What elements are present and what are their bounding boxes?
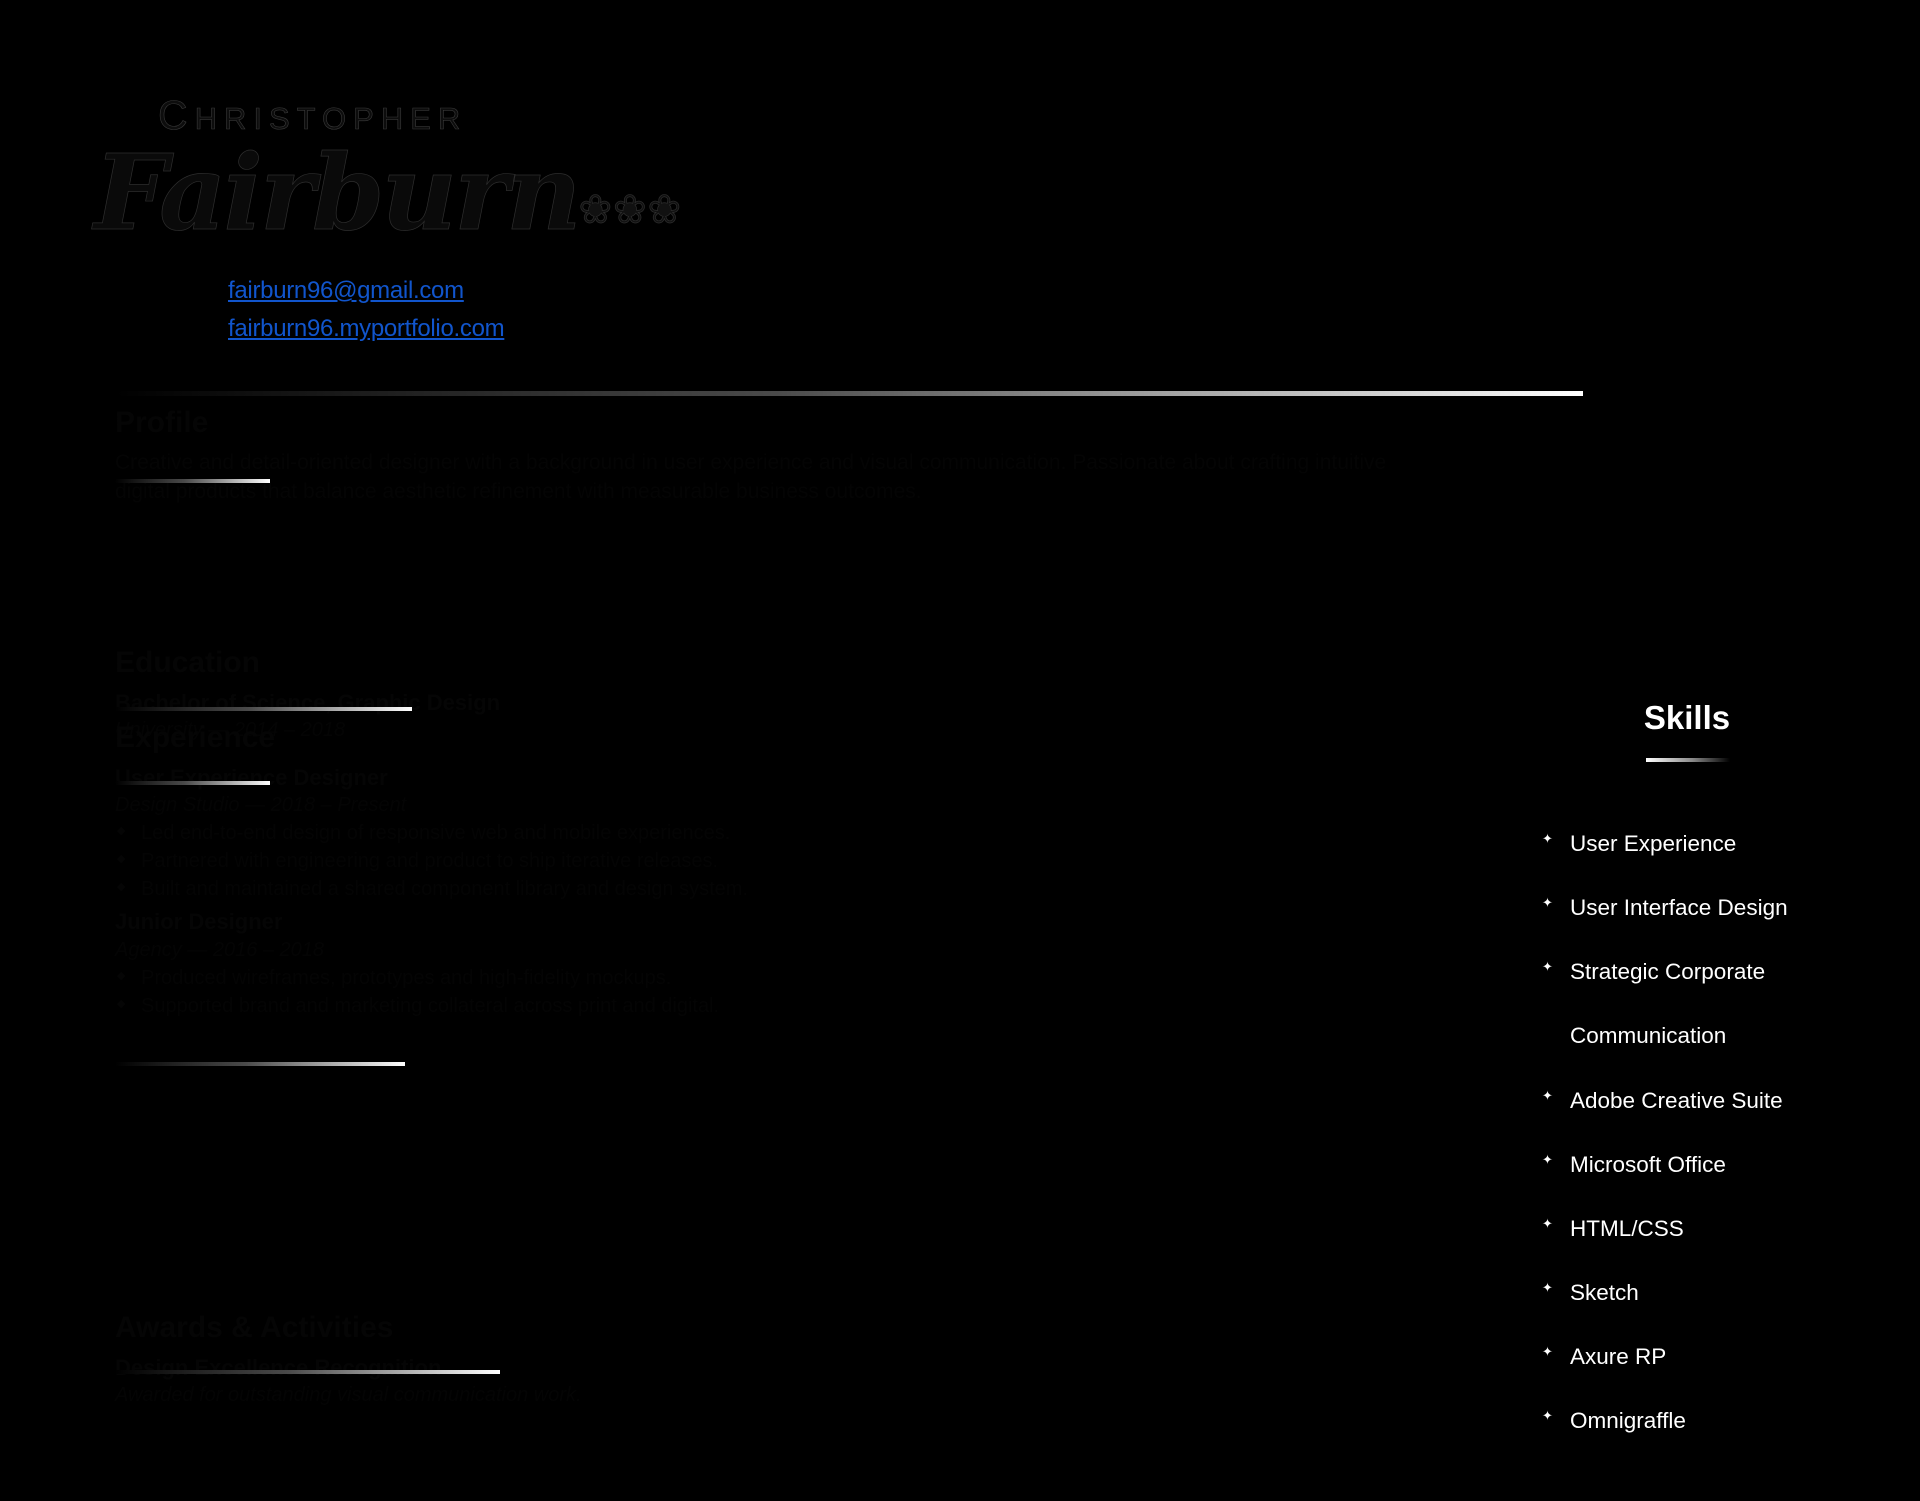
experience-bullet: Produced wireframes, prototypes and high… (117, 964, 1435, 992)
education-heading: Education (115, 646, 261, 679)
skill-label: Communication (1570, 1023, 1727, 1049)
skill-item-continuation: Communication (1520, 1022, 1900, 1050)
contact-links: fairburn96@gmail.com fairburn96.myportfo… (228, 272, 505, 348)
flourish-ornament-icon: ❀❀❀ (578, 187, 683, 233)
skill-label: User Experience (1570, 831, 1737, 856)
experience-bullet: Partnered with engineering and product t… (117, 847, 1435, 875)
portfolio-link[interactable]: fairburn96.myportfolio.com (228, 310, 505, 348)
skill-item: ✦ HTML/CSS (1520, 1215, 1900, 1243)
skill-label: HTML/CSS (1570, 1215, 1684, 1241)
experience-entry: User Experience Designer Design Studio —… (115, 763, 1435, 904)
skill-label: Microsoft Office (1570, 1151, 1726, 1177)
education-divider (115, 707, 412, 711)
awards-divider (115, 1370, 500, 1374)
first-name: CHRISTOPHER (158, 94, 870, 136)
skill-item: ✦ Strategic Corporate (1520, 958, 1900, 986)
experience-entry-title: User Experience Designer (115, 764, 388, 790)
skill-item: ✦ Axure RP (1520, 1343, 1900, 1371)
profile-divider (115, 479, 270, 483)
awards-heading: Awards & Activities (115, 1311, 394, 1344)
skill-label: User Interface Design (1570, 895, 1788, 921)
diamond-bullet-icon: ✦ (1542, 1215, 1553, 1231)
skills-list: ✦ User Experience ✦ User Interface Desig… (1520, 830, 1900, 1471)
experience-entry-sub: Design Studio — 2018 – Present (115, 794, 407, 817)
experience-heading: Experience (115, 721, 276, 754)
experience-bullet: Supported brand and marketing collateral… (117, 992, 1435, 1020)
diamond-bullet-icon: ✦ (1542, 895, 1553, 911)
experience-bullets: Produced wireframes, prototypes and high… (115, 964, 1435, 1020)
last-name: Fairburn❀❀❀ (94, 138, 870, 248)
skill-label: Axure RP (1570, 1344, 1667, 1369)
awards-section: Awards & Activities Design Excellence Re… (115, 1309, 1435, 1413)
skill-label: Omnigraffle (1570, 1408, 1686, 1434)
skills-column: Skills ✦ User Experience ✦ User Interfac… (1520, 699, 1900, 1433)
skill-item: ✦ User Experience (1520, 830, 1900, 858)
skill-item: ✦ User Interface Design (1520, 894, 1900, 922)
header-divider (115, 391, 1583, 396)
experience-entry: Junior Designer Agency — 2016 – 2018 Pro… (115, 907, 1435, 1020)
experience-section: Experience User Experience Designer Desi… (115, 719, 1435, 1024)
experience-bullet: Built and maintained a shared component … (117, 875, 1435, 903)
experience-divider (115, 781, 270, 785)
skill-label: Strategic Corporate (1570, 959, 1766, 985)
section-divider (115, 1062, 405, 1066)
diamond-bullet-icon: ✦ (1542, 831, 1553, 846)
education-entry-title: Bachelor of Science, Graphic Design (115, 689, 501, 715)
last-name-text: Fairburn (94, 131, 582, 254)
awards-entry-sub: Awarded for outstanding visual communica… (115, 1384, 582, 1407)
profile-body: Creative and detail-oriented designer wi… (115, 450, 1387, 504)
diamond-bullet-icon: ✦ (1542, 1344, 1553, 1359)
profile-heading: Profile (115, 406, 209, 439)
diamond-bullet-icon: ✦ (1542, 1087, 1553, 1103)
skill-item: ✦ Adobe Creative Suite (1520, 1087, 1900, 1115)
experience-entry-sub: Agency — 2016 – 2018 (115, 938, 325, 961)
skill-item: ✦ Microsoft Office (1520, 1151, 1900, 1179)
skill-item: ✦ Sketch (1520, 1279, 1900, 1307)
diamond-bullet-icon: ✦ (1542, 1408, 1553, 1424)
skill-label: Adobe Creative Suite (1570, 1087, 1783, 1113)
profile-section: Profile Creative and detail-oriented des… (115, 404, 1435, 507)
experience-bullet: Led end-to-end design of responsive web … (117, 819, 1435, 847)
email-link[interactable]: fairburn96@gmail.com (228, 272, 504, 310)
diamond-bullet-icon: ✦ (1542, 959, 1553, 975)
skills-heading-underline (1646, 758, 1730, 762)
diamond-bullet-icon: ✦ (1542, 1151, 1553, 1167)
experience-entry-title: Junior Designer (115, 909, 283, 935)
experience-bullets: Led end-to-end design of responsive web … (115, 819, 1435, 903)
skill-item: ✦ Omnigraffle (1520, 1407, 1900, 1435)
skills-heading: Skills (1643, 699, 1731, 736)
skill-label: Sketch (1570, 1279, 1639, 1305)
awards-entry: Design Excellence Recognition Awarded fo… (115, 1353, 1435, 1410)
awards-entry-title: Design Excellence Recognition (115, 1354, 442, 1380)
diamond-bullet-icon: ✦ (1542, 1279, 1553, 1295)
resume-header: CHRISTOPHER Fairburn❀❀❀ (94, 94, 870, 247)
